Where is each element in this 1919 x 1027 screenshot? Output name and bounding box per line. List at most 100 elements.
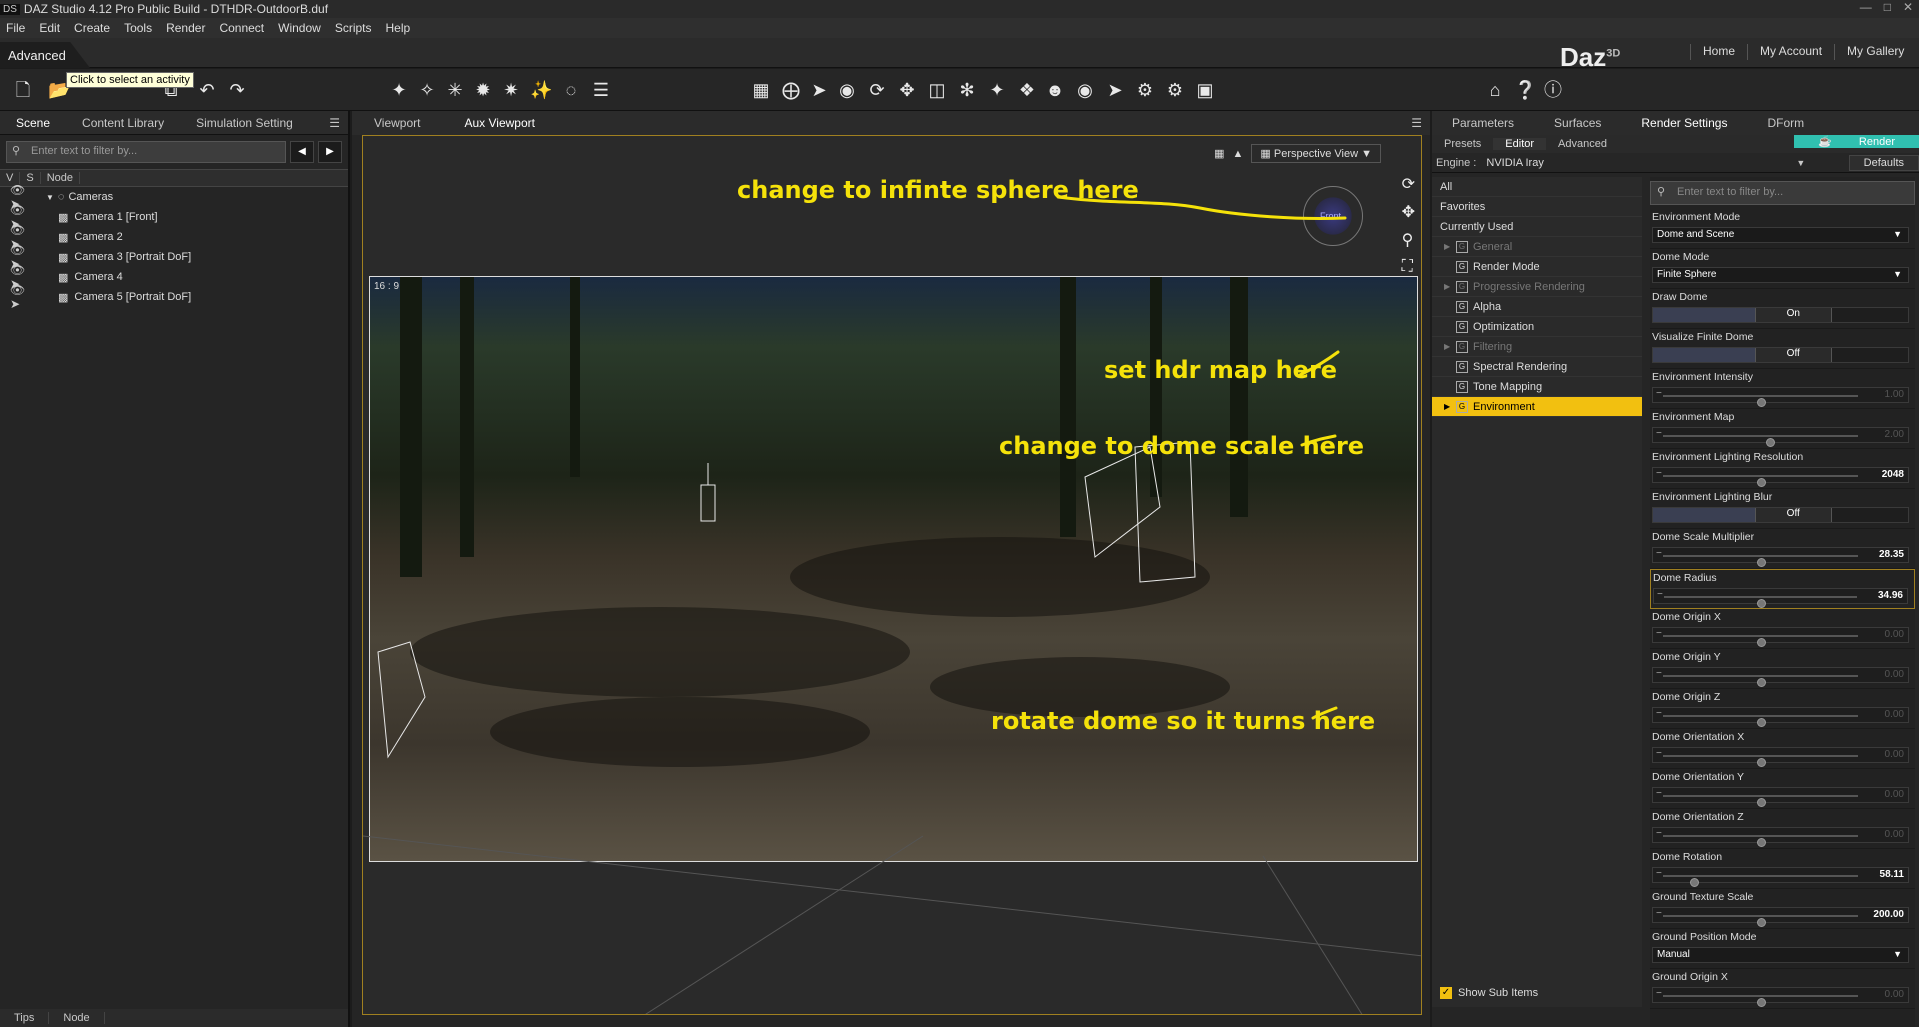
tab-aux-viewport[interactable]: Aux Viewport bbox=[442, 116, 556, 130]
spot-render-icon[interactable]: ➤ bbox=[1104, 79, 1126, 101]
scale-icon[interactable]: ◫ bbox=[926, 79, 948, 101]
close-icon[interactable]: ✕ bbox=[1903, 0, 1913, 14]
maximize-icon[interactable]: □ bbox=[1884, 0, 1891, 14]
render-icon[interactable]: ⚙ bbox=[1164, 79, 1186, 101]
slider-knob[interactable] bbox=[1690, 878, 1700, 887]
property-slider[interactable]: − 2048 bbox=[1652, 467, 1909, 487]
category-environment[interactable]: ▶ G Environment bbox=[1432, 397, 1642, 417]
slider-value[interactable]: 0.00 bbox=[1885, 709, 1904, 720]
slider-knob[interactable] bbox=[1756, 478, 1766, 487]
slider-value[interactable]: 1.00 bbox=[1885, 389, 1904, 400]
checkbox-checked-icon[interactable]: ✓ bbox=[1440, 987, 1452, 999]
tree-row[interactable]: 👁➤ ▩ Camera 1 [Front] bbox=[0, 203, 348, 231]
node-selection-icon[interactable]: ➤ bbox=[808, 79, 830, 101]
minus-icon[interactable]: − bbox=[1656, 828, 1662, 839]
property-slider[interactable]: − 0.00 bbox=[1652, 987, 1909, 1007]
slider-value[interactable]: 0.00 bbox=[1885, 829, 1904, 840]
slider-knob[interactable] bbox=[1756, 918, 1766, 927]
property-slider[interactable]: − 0.00 bbox=[1652, 747, 1909, 767]
slider-knob[interactable] bbox=[1756, 718, 1766, 727]
minus-icon[interactable]: − bbox=[1656, 908, 1662, 919]
menu-connect[interactable]: Connect bbox=[219, 21, 264, 35]
category-currently-used[interactable]: Currently Used bbox=[1432, 217, 1642, 237]
scene-filter-input[interactable]: ⚲ Enter text to filter by... bbox=[6, 141, 286, 163]
chevron-down-icon[interactable]: ▼ bbox=[1796, 158, 1805, 168]
geometry-editor-icon[interactable]: ✦ bbox=[986, 79, 1008, 101]
property-toggle[interactable]: Off bbox=[1652, 347, 1909, 363]
category-favorites[interactable]: Favorites bbox=[1432, 197, 1642, 217]
property-slider[interactable]: − 28.35 bbox=[1652, 547, 1909, 567]
col-node[interactable]: Node bbox=[41, 172, 80, 184]
slider-knob[interactable] bbox=[1756, 998, 1766, 1007]
subtab-advanced[interactable]: Advanced bbox=[1546, 138, 1619, 150]
property-slider[interactable]: − 0.00 bbox=[1652, 667, 1909, 687]
my-gallery-link[interactable]: My Gallery bbox=[1834, 44, 1916, 60]
slider-knob[interactable] bbox=[1756, 558, 1766, 567]
home-link[interactable]: Home bbox=[1690, 44, 1747, 60]
property-slider[interactable]: − 34.96 bbox=[1653, 588, 1908, 608]
tab-tips[interactable]: Tips bbox=[0, 1012, 50, 1024]
minus-icon[interactable]: − bbox=[1656, 388, 1662, 399]
category-filtering[interactable]: ▶ G Filtering bbox=[1432, 337, 1642, 357]
menu-tools[interactable]: Tools bbox=[124, 21, 152, 35]
expand-arrow-icon[interactable]: ▼ bbox=[46, 193, 54, 202]
tab-surfaces[interactable]: Surfaces bbox=[1534, 116, 1621, 130]
render-camera-icon[interactable]: ▣ bbox=[1194, 79, 1216, 101]
help-cursor-icon[interactable]: ❔ bbox=[1514, 79, 1536, 101]
menu-file[interactable]: File bbox=[6, 21, 25, 35]
property-dropdown[interactable]: Manual bbox=[1652, 947, 1909, 963]
defaults-button[interactable]: Defaults bbox=[1848, 154, 1919, 171]
show-sub-items[interactable]: ✓ Show Sub Items bbox=[1440, 987, 1538, 999]
menu-render[interactable]: Render bbox=[166, 21, 205, 35]
menu-window[interactable]: Window bbox=[278, 21, 321, 35]
render-button[interactable]: ☕ Render bbox=[1794, 135, 1919, 148]
tab-node[interactable]: Node bbox=[49, 1012, 105, 1024]
undo-icon[interactable]: ↶ bbox=[196, 79, 218, 101]
property-slider[interactable]: − 0.00 bbox=[1652, 627, 1909, 647]
tree-row[interactable]: 👁➤ ▩ Camera 4 bbox=[0, 263, 348, 291]
tree-row[interactable]: 👁➤ ▩ Camera 2 bbox=[0, 223, 348, 251]
create-pointlight-icon[interactable]: ✳ bbox=[444, 79, 466, 101]
translate-icon[interactable]: ✥ bbox=[896, 79, 918, 101]
slider-value[interactable]: 0.00 bbox=[1885, 749, 1904, 760]
slider-knob[interactable] bbox=[1756, 398, 1766, 407]
bone-tool-icon[interactable]: ❖ bbox=[1016, 79, 1038, 101]
property-slider[interactable]: − 2.00 bbox=[1652, 427, 1909, 447]
property-slider[interactable]: − 0.00 bbox=[1652, 707, 1909, 727]
slider-value[interactable]: 2048 bbox=[1882, 469, 1904, 480]
slider-knob[interactable] bbox=[1756, 838, 1766, 847]
property-slider[interactable]: − 58.11 bbox=[1652, 867, 1909, 887]
universal-tool-icon[interactable]: ⨁ bbox=[780, 79, 802, 101]
new-file-icon[interactable]: 🗋 bbox=[12, 79, 34, 101]
redo-icon[interactable]: ↷ bbox=[226, 79, 248, 101]
menu-create[interactable]: Create bbox=[74, 21, 110, 35]
menu-edit[interactable]: Edit bbox=[39, 21, 60, 35]
slider-value[interactable]: 34.96 bbox=[1878, 590, 1903, 601]
property-dropdown[interactable]: Dome and Scene bbox=[1652, 227, 1909, 243]
expand-arrow-icon[interactable]: ▶ bbox=[1444, 282, 1456, 291]
category-general[interactable]: ▶ G General bbox=[1432, 237, 1642, 257]
viewport-menu-icon[interactable]: ☰ bbox=[1403, 116, 1430, 130]
slider-knob[interactable] bbox=[1756, 678, 1766, 687]
viewport-canvas[interactable]: ▦ ▲ ▦ Perspective View ▼ Front ⟳ ✥ ⚲ ⛶ ⟳… bbox=[362, 135, 1422, 1015]
tab-viewport[interactable]: Viewport bbox=[352, 116, 442, 130]
create-linear-light-icon[interactable]: ✷ bbox=[500, 79, 522, 101]
pane-menu-icon[interactable]: ☰ bbox=[321, 116, 348, 130]
tree-row[interactable]: 👁➤ ▼ ◌ Cameras bbox=[0, 183, 348, 211]
tab-render-settings[interactable]: Render Settings bbox=[1621, 116, 1747, 130]
expand-arrow-icon[interactable]: ▶ bbox=[1444, 242, 1456, 251]
joint-editor-icon[interactable]: ✻ bbox=[956, 79, 978, 101]
expand-arrow-icon[interactable]: ▶ bbox=[1444, 342, 1456, 351]
minus-icon[interactable]: − bbox=[1656, 868, 1662, 879]
create-camera-icon[interactable]: ✦ bbox=[388, 79, 410, 101]
tab-simulation-settings[interactable]: Simulation Setting bbox=[180, 116, 309, 130]
slider-value[interactable]: 0.00 bbox=[1885, 629, 1904, 640]
property-slider[interactable]: − 0.00 bbox=[1652, 827, 1909, 847]
tab-scene[interactable]: Scene bbox=[0, 116, 66, 130]
minimize-icon[interactable]: — bbox=[1860, 0, 1872, 14]
category-optimization[interactable]: G Optimization bbox=[1432, 317, 1642, 337]
minus-icon[interactable]: − bbox=[1656, 708, 1662, 719]
create-distant-light-icon[interactable]: ✹ bbox=[472, 79, 494, 101]
minus-icon[interactable]: − bbox=[1656, 548, 1662, 559]
visibility-icon[interactable]: 👁➤ bbox=[0, 283, 46, 311]
